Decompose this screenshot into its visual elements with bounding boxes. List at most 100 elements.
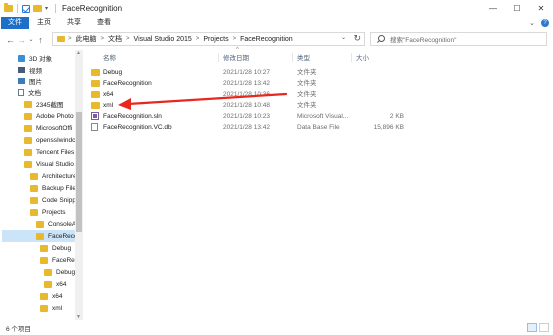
folder-icon bbox=[40, 304, 48, 312]
title-bar: ▾ FaceRecognition — ☐ ✕ bbox=[0, 0, 553, 17]
file-size: 15,896 KB bbox=[373, 124, 404, 131]
sidebar-item-folder[interactable]: x64 bbox=[40, 290, 62, 302]
sidebar-item-label: Adobe Photo bbox=[36, 112, 74, 120]
quick-access-dropdown-icon[interactable]: ▾ bbox=[45, 5, 48, 12]
details-view-button[interactable] bbox=[527, 323, 537, 332]
sidebar-item-folder[interactable]: Architecture bbox=[30, 170, 77, 182]
sidebar-item-label: Architecture bbox=[42, 172, 77, 180]
address-dropdown-icon[interactable]: ⌄ bbox=[341, 34, 346, 41]
file-row[interactable]: FaceRecognition.VC.db 2021/1/28 13:42 Da… bbox=[86, 122, 546, 133]
folder-icon bbox=[91, 69, 100, 76]
column-divider[interactable] bbox=[218, 53, 219, 62]
sidebar-item-facerecognition[interactable]: FaceRecog bbox=[2, 230, 81, 242]
file-row[interactable]: FaceRecognition 2021/1/28 13:42 文件夹 bbox=[86, 78, 546, 89]
folder-icon bbox=[24, 100, 32, 108]
sidebar-item-folder[interactable]: Code Snippe bbox=[30, 194, 80, 206]
file-row[interactable]: xml 2021/1/28 10:48 文件夹 bbox=[86, 100, 546, 111]
recent-locations-button[interactable]: ⌄ bbox=[27, 32, 35, 48]
folder-icon bbox=[24, 160, 32, 168]
column-divider[interactable] bbox=[351, 53, 352, 62]
large-icons-view-button[interactable] bbox=[539, 323, 549, 332]
folder-icon bbox=[30, 208, 38, 216]
breadcrumb-visual-studio[interactable]: Visual Studio 2015 bbox=[134, 36, 192, 43]
file-name: Debug bbox=[103, 69, 123, 76]
file-size bbox=[352, 89, 404, 100]
pictures-icon bbox=[18, 78, 25, 84]
sidebar-item-folder[interactable]: MicrosoftOffi bbox=[24, 122, 72, 134]
search-input[interactable]: 搜索"FaceRecognition" bbox=[370, 32, 547, 46]
divider bbox=[17, 4, 18, 13]
file-row[interactable]: FaceRecognition.sln 2021/1/28 10:23 Micr… bbox=[86, 111, 546, 122]
sidebar-item-folder[interactable]: openssIwindc bbox=[24, 134, 75, 146]
breadcrumb-separator[interactable]: > bbox=[196, 36, 200, 42]
file-row[interactable]: Debug 2021/1/28 10:27 文件夹 bbox=[86, 67, 546, 78]
sidebar-item-documents[interactable]: 文档 bbox=[18, 86, 41, 98]
sidebar-item-folder[interactable]: x64 bbox=[44, 278, 66, 290]
file-date: 2021/1/28 13:42 bbox=[223, 124, 270, 131]
column-divider[interactable] bbox=[292, 53, 293, 62]
breadcrumb-separator[interactable]: > bbox=[126, 36, 130, 42]
scroll-up-icon[interactable]: ▲ bbox=[76, 50, 81, 56]
properties-icon[interactable] bbox=[22, 4, 30, 13]
breadcrumb-separator[interactable]: > bbox=[101, 36, 105, 42]
sidebar-item-folder[interactable]: 2345截图 bbox=[24, 98, 63, 110]
folder-icon bbox=[44, 280, 52, 288]
folder-icon bbox=[4, 3, 13, 12]
new-folder-icon[interactable] bbox=[33, 5, 42, 12]
file-list: ^ 名称 修改日期 类型 大小 Debug 2021/1/28 10:27 文件… bbox=[86, 47, 547, 320]
forward-button[interactable]: → bbox=[16, 32, 27, 48]
sidebar-item-label: 文档 bbox=[28, 90, 41, 97]
sidebar-item-3d-objects[interactable]: 3D 对象 bbox=[18, 52, 52, 64]
file-name: x64 bbox=[103, 91, 114, 98]
file-size: 2 KB bbox=[389, 113, 404, 120]
refresh-icon[interactable]: ↻ bbox=[353, 33, 361, 44]
tab-home[interactable]: 主页 bbox=[29, 17, 59, 29]
breadcrumb-projects[interactable]: Projects bbox=[203, 36, 228, 43]
sidebar-item-folder[interactable]: xml bbox=[40, 302, 62, 314]
sidebar-item-folder[interactable]: Debug bbox=[44, 266, 75, 278]
sidebar-item-label: Debug bbox=[56, 268, 76, 276]
sidebar-item-folder[interactable]: Adobe Photo bbox=[24, 110, 74, 122]
maximize-button[interactable]: ☐ bbox=[505, 0, 529, 17]
minimize-button[interactable]: — bbox=[481, 0, 505, 17]
tab-share[interactable]: 共享 bbox=[59, 17, 89, 29]
help-icon[interactable]: ? bbox=[541, 19, 549, 27]
tab-file[interactable]: 文件 bbox=[1, 17, 29, 29]
sidebar-item-folder[interactable]: Visual Studio bbox=[24, 158, 74, 170]
column-header-type[interactable]: 类型 bbox=[297, 50, 310, 64]
up-button[interactable]: ↑ bbox=[35, 32, 46, 48]
file-name: FaceRecognition.VC.db bbox=[103, 124, 172, 131]
scrollbar-thumb[interactable] bbox=[76, 112, 82, 232]
address-bar[interactable]: > 此电脑 > 文档 > Visual Studio 2015 > Projec… bbox=[52, 32, 365, 46]
breadcrumb-facerecognition[interactable]: FaceRecognition bbox=[240, 36, 293, 43]
folder-icon bbox=[91, 80, 100, 87]
sidebar-item-label: x64 bbox=[56, 280, 67, 288]
file-row[interactable]: x64 2021/1/28 10:36 文件夹 bbox=[86, 89, 546, 100]
sidebar-item-folder[interactable]: Projects bbox=[30, 206, 65, 218]
sidebar-item-folder[interactable]: Backup Files bbox=[30, 182, 79, 194]
column-header-date[interactable]: 修改日期 bbox=[223, 50, 249, 64]
sidebar-scrollbar[interactable]: ▲ ▼ bbox=[75, 50, 83, 320]
folder-icon bbox=[57, 36, 65, 42]
folder-icon bbox=[30, 184, 38, 192]
column-header-size[interactable]: 大小 bbox=[356, 50, 369, 64]
sidebar-item-label: x64 bbox=[52, 292, 63, 300]
folder-icon bbox=[30, 196, 38, 204]
file-date: 2021/1/28 10:27 bbox=[223, 69, 270, 76]
sidebar-item-folder[interactable]: Tencent Files bbox=[24, 146, 74, 158]
breadcrumb-separator[interactable]: > bbox=[233, 36, 237, 42]
sidebar-item-label: Code Snippe bbox=[42, 196, 80, 204]
folder-icon bbox=[40, 256, 48, 264]
sidebar-item-folder[interactable]: Debug bbox=[40, 242, 71, 254]
close-button[interactable]: ✕ bbox=[529, 0, 553, 17]
breadcrumb-this-pc[interactable]: 此电脑 bbox=[76, 34, 97, 44]
breadcrumb-documents[interactable]: 文档 bbox=[108, 34, 122, 44]
file-size bbox=[352, 78, 404, 89]
column-header-name[interactable]: 名称 bbox=[103, 50, 116, 64]
expand-ribbon-icon[interactable]: ⌄ bbox=[529, 19, 535, 27]
file-type: Data Base File bbox=[297, 124, 340, 131]
sidebar-item-folder[interactable]: ConsoleAp bbox=[36, 218, 80, 230]
breadcrumb-separator[interactable]: > bbox=[68, 36, 72, 42]
tab-view[interactable]: 查看 bbox=[89, 17, 119, 29]
back-button[interactable]: ← bbox=[5, 32, 16, 48]
